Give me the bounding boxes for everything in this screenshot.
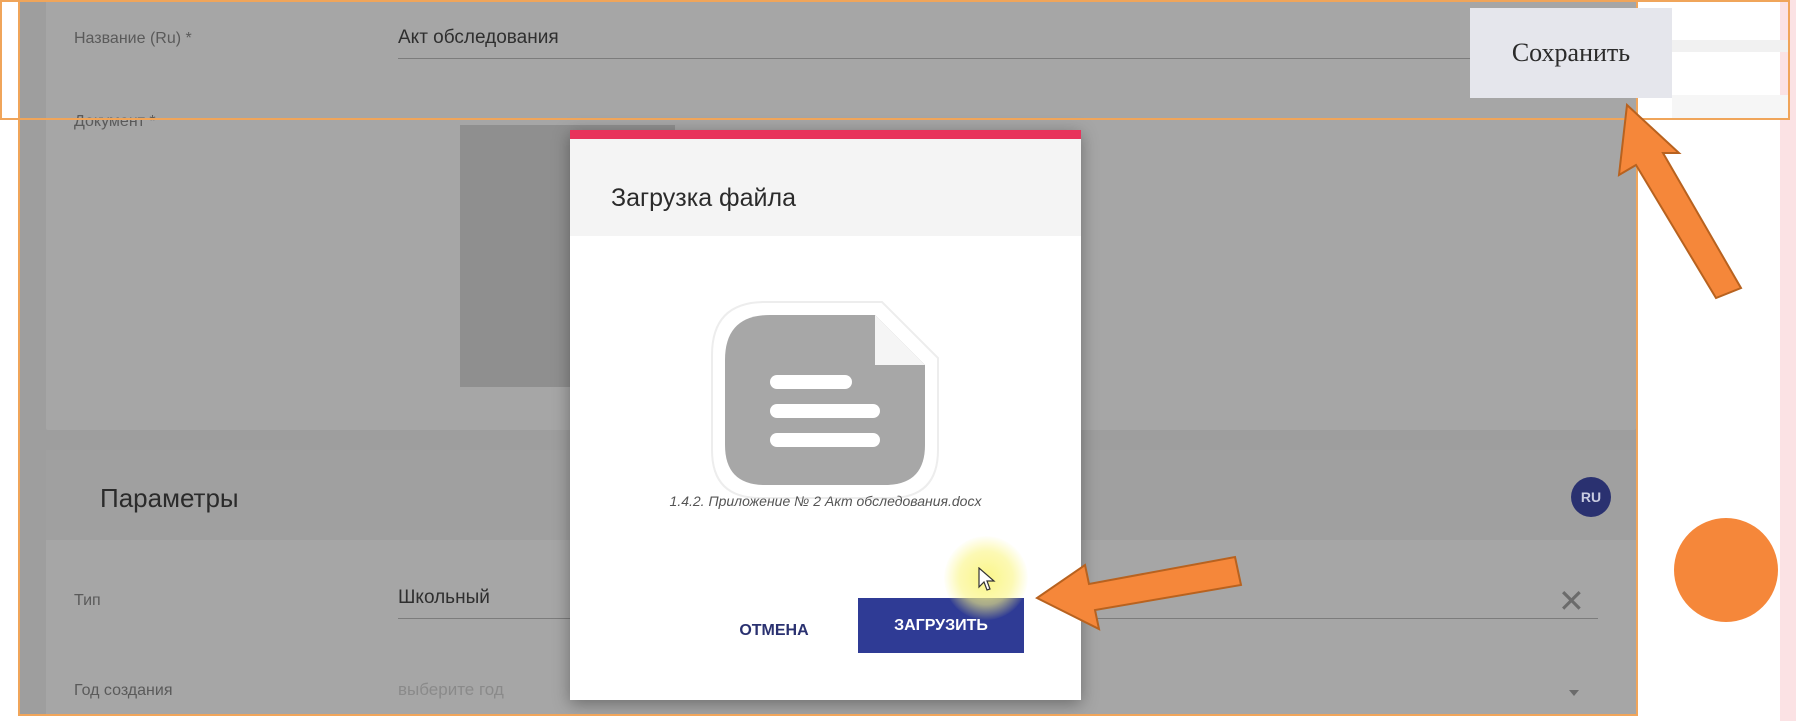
year-label: Год создания [74, 682, 173, 699]
cancel-button[interactable]: ОТМЕНА [724, 610, 824, 652]
clear-icon[interactable]: ✕ [1558, 585, 1585, 617]
dialog-title: Загрузка файла [611, 184, 796, 212]
mouse-pointer-icon [978, 567, 996, 591]
dialog-accent-bar [570, 130, 1081, 139]
type-select[interactable]: Школьный [398, 587, 490, 609]
language-badge[interactable]: RU [1571, 477, 1611, 517]
arrow-to-save [1617, 102, 1743, 300]
chevron-down-icon[interactable] [1569, 690, 1579, 696]
params-title: Параметры [100, 483, 239, 513]
arrow-to-upload [1035, 555, 1243, 631]
document-file-icon [711, 301, 939, 499]
year-select[interactable]: выберите год [398, 680, 504, 700]
selected-file-name: 1.4.2. Приложение № 2 Акт обследования.d… [669, 493, 982, 509]
type-label: Тип [74, 592, 101, 609]
slide-bullet-dot [1674, 518, 1778, 622]
dialog-header: Загрузка файла [570, 139, 1081, 236]
